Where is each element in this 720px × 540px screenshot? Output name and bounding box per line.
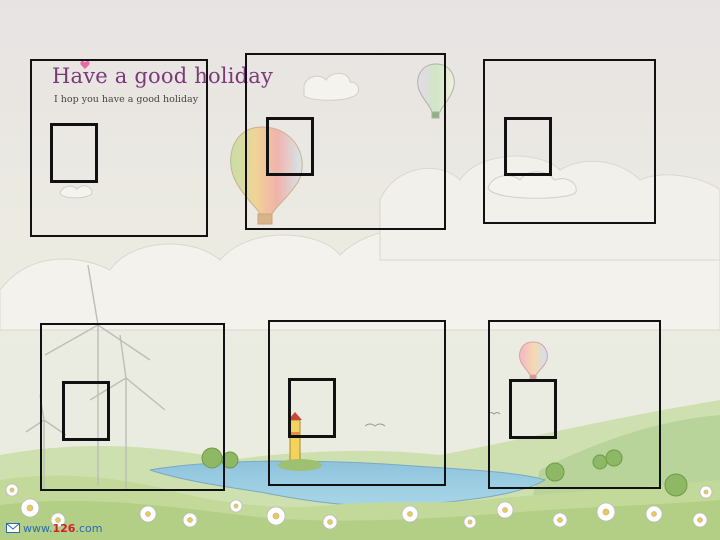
watermark-suffix: .com	[75, 521, 103, 535]
answer-slot-4[interactable]	[62, 381, 110, 441]
answer-slot-3[interactable]	[504, 117, 552, 176]
mail-icon	[6, 523, 20, 533]
answer-slot-2[interactable]	[266, 117, 314, 176]
watermark-number: 126	[52, 521, 76, 535]
answer-slot-6[interactable]	[509, 379, 557, 439]
watermark-prefix: www.	[23, 521, 53, 535]
answer-slot-5[interactable]	[288, 378, 336, 438]
site-watermark: www. 126 .com	[6, 521, 102, 535]
answer-slot-1[interactable]	[50, 123, 98, 183]
